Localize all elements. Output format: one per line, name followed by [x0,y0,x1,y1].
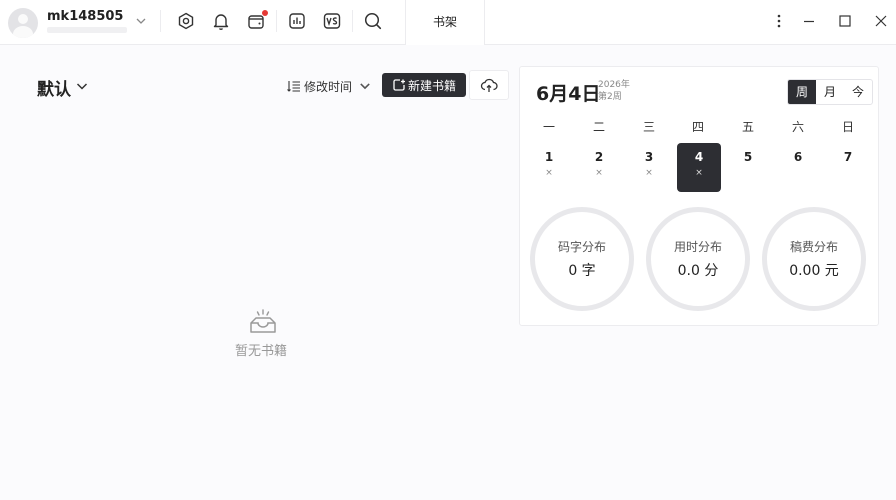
current-year: 2026年 [598,80,630,90]
cloud-sync-icon [480,78,498,92]
username-subtitle-placeholder [47,27,127,33]
weekday-header: 六 [791,120,804,134]
empty-shelf-text: 暂无书籍 [235,344,288,359]
day-mark: × [695,168,703,178]
minimize-icon[interactable] [801,13,817,29]
shelf-group-title[interactable]: 默认 [37,75,71,100]
bell-icon[interactable] [211,11,231,31]
word-count-ring[interactable]: 码字分布 0 字 [530,207,634,311]
weekday-header: 日 [841,120,854,134]
divider [160,10,161,32]
view-month-button[interactable]: 月 [816,80,844,104]
day-number: 7 [843,150,853,164]
sort-list-icon [287,81,300,92]
current-date: 6月4日 [536,83,601,105]
time-spent-ring[interactable]: 用时分布 0.0 分 [646,207,750,311]
day-mark: × [645,168,653,178]
wallet-icon[interactable] [246,10,268,31]
calendar-day[interactable]: 5 [726,143,770,192]
view-today-button[interactable]: 今 [844,80,872,104]
calendar-card: 6月4日 2026年 第2周 周 月 今 一 二 三 四 五 六 日 1 × 2… [519,66,879,326]
cloud-sync-button[interactable] [469,70,509,100]
calendar-day[interactable]: 6 [776,143,820,192]
day-number: 3 [644,150,654,164]
day-mark: × [545,168,553,178]
notification-dot [262,10,268,16]
calendar-day-selected[interactable]: 4 × [677,143,721,192]
current-week: 第2周 [598,92,622,102]
day-number: 2 [594,150,604,164]
tab-bookshelf[interactable]: 书架 [405,0,485,45]
empty-inbox-icon [250,309,276,333]
weekday-header: 一 [542,120,555,134]
close-icon[interactable] [873,13,889,29]
chevron-down-icon [360,83,370,90]
ring-label: 稿费分布 [789,240,838,254]
avatar[interactable] [8,8,38,38]
search-icon[interactable] [363,11,383,31]
calendar-day[interactable]: 1 × [527,143,571,192]
vs-icon[interactable] [322,11,342,31]
divider [276,10,277,32]
username[interactable]: mk148505 [47,9,123,24]
calendar-day[interactable]: 7 [826,143,870,192]
maximize-icon[interactable] [837,13,853,29]
chevron-down-icon[interactable] [75,79,89,93]
royalty-ring[interactable]: 稿费分布 0.00 元 [762,207,866,311]
more-icon[interactable] [771,13,787,29]
sort-label: 修改时间 [304,79,353,94]
weekday-header: 五 [741,120,754,134]
new-book-label: 新建书籍 [407,78,456,93]
day-number: 6 [793,150,803,164]
ring-label: 码字分布 [557,240,606,254]
day-mark: × [595,168,603,178]
ring-value: 0 字 [568,263,596,279]
weekday-header: 三 [642,120,655,134]
new-book-button[interactable]: 新建书籍 [382,73,466,97]
top-bar: mk148505 书架 [0,0,896,45]
new-book-icon [393,79,405,91]
day-number: 5 [743,150,753,164]
ring-label: 用时分布 [673,240,722,254]
settings-icon[interactable] [176,11,196,31]
chevron-down-icon[interactable] [134,14,148,28]
calendar-day[interactable]: 2 × [577,143,621,192]
sort-dropdown[interactable]: 修改时间 [287,77,372,95]
weekday-header: 二 [592,120,605,134]
view-week-button[interactable]: 周 [788,80,816,104]
ring-value: 0.00 元 [789,263,839,279]
stats-icon[interactable] [287,11,307,31]
divider [352,10,353,32]
weekday-header: 四 [691,120,704,134]
calendar-day[interactable]: 3 × [627,143,671,192]
view-switch: 周 月 今 [787,79,873,105]
day-number: 1 [544,150,554,164]
ring-value: 0.0 分 [677,263,719,279]
day-number: 4 [694,150,704,164]
